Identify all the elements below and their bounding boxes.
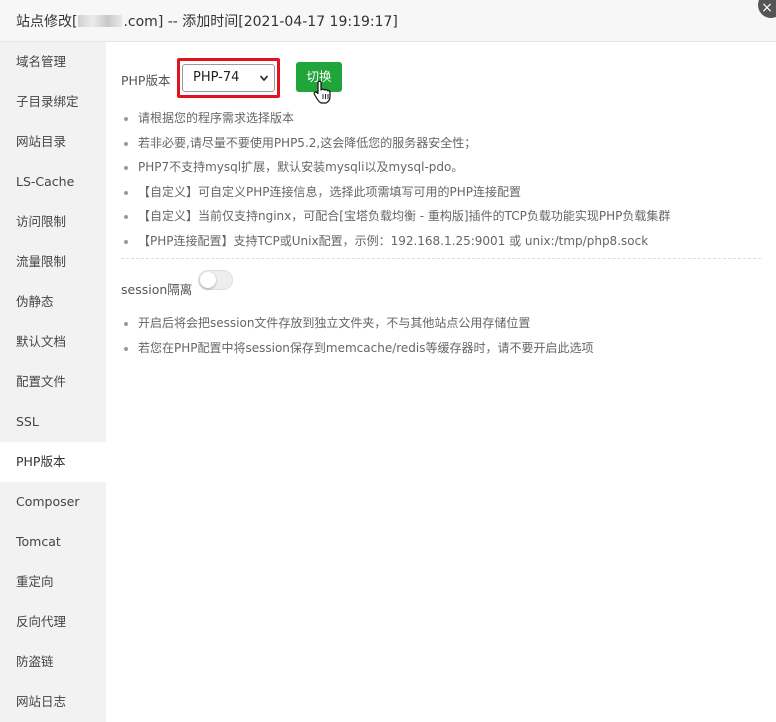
list-item: 开启后将会把session文件存放到独立文件夹，不与其他站点公用存储位置 (122, 311, 594, 336)
sidebar-item[interactable]: 网站日志 (0, 682, 106, 722)
sidebar-item[interactable]: 反向代理 (0, 602, 106, 642)
php-version-selected: PHP-74 (193, 70, 240, 85)
sidebar-item[interactable]: Tomcat (0, 522, 106, 562)
sidebar-item[interactable]: 域名管理 (0, 42, 106, 82)
session-isolation-label: session隔离 (121, 282, 193, 297)
section-divider (121, 258, 761, 259)
list-item: 请根据您的程序需求选择版本 (122, 106, 670, 131)
php-version-label: PHP版本 (121, 73, 171, 88)
sidebar-item[interactable]: LS-Cache (0, 162, 106, 202)
session-notes-list: 开启后将会把session文件存放到独立文件夹，不与其他站点公用存储位置 若您在P… (122, 311, 594, 360)
sidebar-item[interactable]: 流量限制 (0, 242, 106, 282)
main-panel: PHP版本 PHP-74 切换 请根据您的程序需求选择版本 若非必要,请尽量不要使… (106, 42, 776, 722)
window-title: 站点修改[ .com] -- 添加时间[2021-04-17 19:19:17] (16, 11, 398, 31)
sidebar-item[interactable]: 默认文档 (0, 322, 106, 362)
hand-cursor-icon (313, 80, 331, 104)
sidebar-item[interactable]: 伪静态 (0, 282, 106, 322)
sidebar: 域名管理 子目录绑定 网站目录 LS-Cache 访问限制 流量限制 伪静态 默认文档 配置文件… (0, 42, 106, 722)
list-item: PHP7不支持mysql扩展，默认安装mysqli以及mysql-pdo。 (122, 155, 670, 180)
sidebar-item[interactable]: Composer (0, 482, 106, 522)
sidebar-item[interactable]: SSL (0, 402, 106, 442)
redacted-domain (78, 15, 123, 27)
sidebar-item[interactable]: 子目录绑定 (0, 82, 106, 122)
sidebar-item[interactable]: PHP版本 (0, 442, 106, 482)
sidebar-item[interactable]: 访问限制 (0, 202, 106, 242)
sidebar-item[interactable]: 网站目录 (0, 122, 106, 162)
list-item: 【PHP连接配置】支持TCP或Unix配置，示例：192.168.1.25:90… (122, 229, 670, 254)
title-prefix: 站点修改[ (16, 14, 78, 30)
list-item: 【自定义】可自定义PHP连接信息，选择此项需填写可用的PHP连接配置 (122, 180, 670, 205)
toggle-knob (200, 272, 216, 288)
window-titlebar: 站点修改[ .com] -- 添加时间[2021-04-17 19:19:17] (0, 0, 776, 42)
session-isolation-toggle[interactable] (198, 270, 233, 290)
close-icon: × (761, 0, 773, 16)
php-notes-list: 请根据您的程序需求选择版本 若非必要,请尽量不要使用PHP5.2,这会降低您的服务… (122, 106, 670, 253)
title-suffix: .com] -- 添加时间[2021-04-17 19:19:17] (123, 14, 398, 30)
sidebar-item[interactable]: 配置文件 (0, 362, 106, 402)
list-item: 若您在PHP配置中将session保存到memcache/redis等缓存器时，… (122, 336, 594, 361)
list-item: 【自定义】当前仅支持nginx，可配合[宝塔负载均衡 - 重构版]插件的TCP负… (122, 204, 670, 229)
chevron-down-icon (260, 75, 268, 82)
close-button[interactable]: × (758, 0, 776, 18)
php-version-select[interactable]: PHP-74 (182, 64, 275, 92)
list-item: 若非必要,请尽量不要使用PHP5.2,这会降低您的服务器安全性； (122, 131, 670, 156)
sidebar-item[interactable]: 防盗链 (0, 642, 106, 682)
sidebar-item[interactable]: 重定向 (0, 562, 106, 602)
